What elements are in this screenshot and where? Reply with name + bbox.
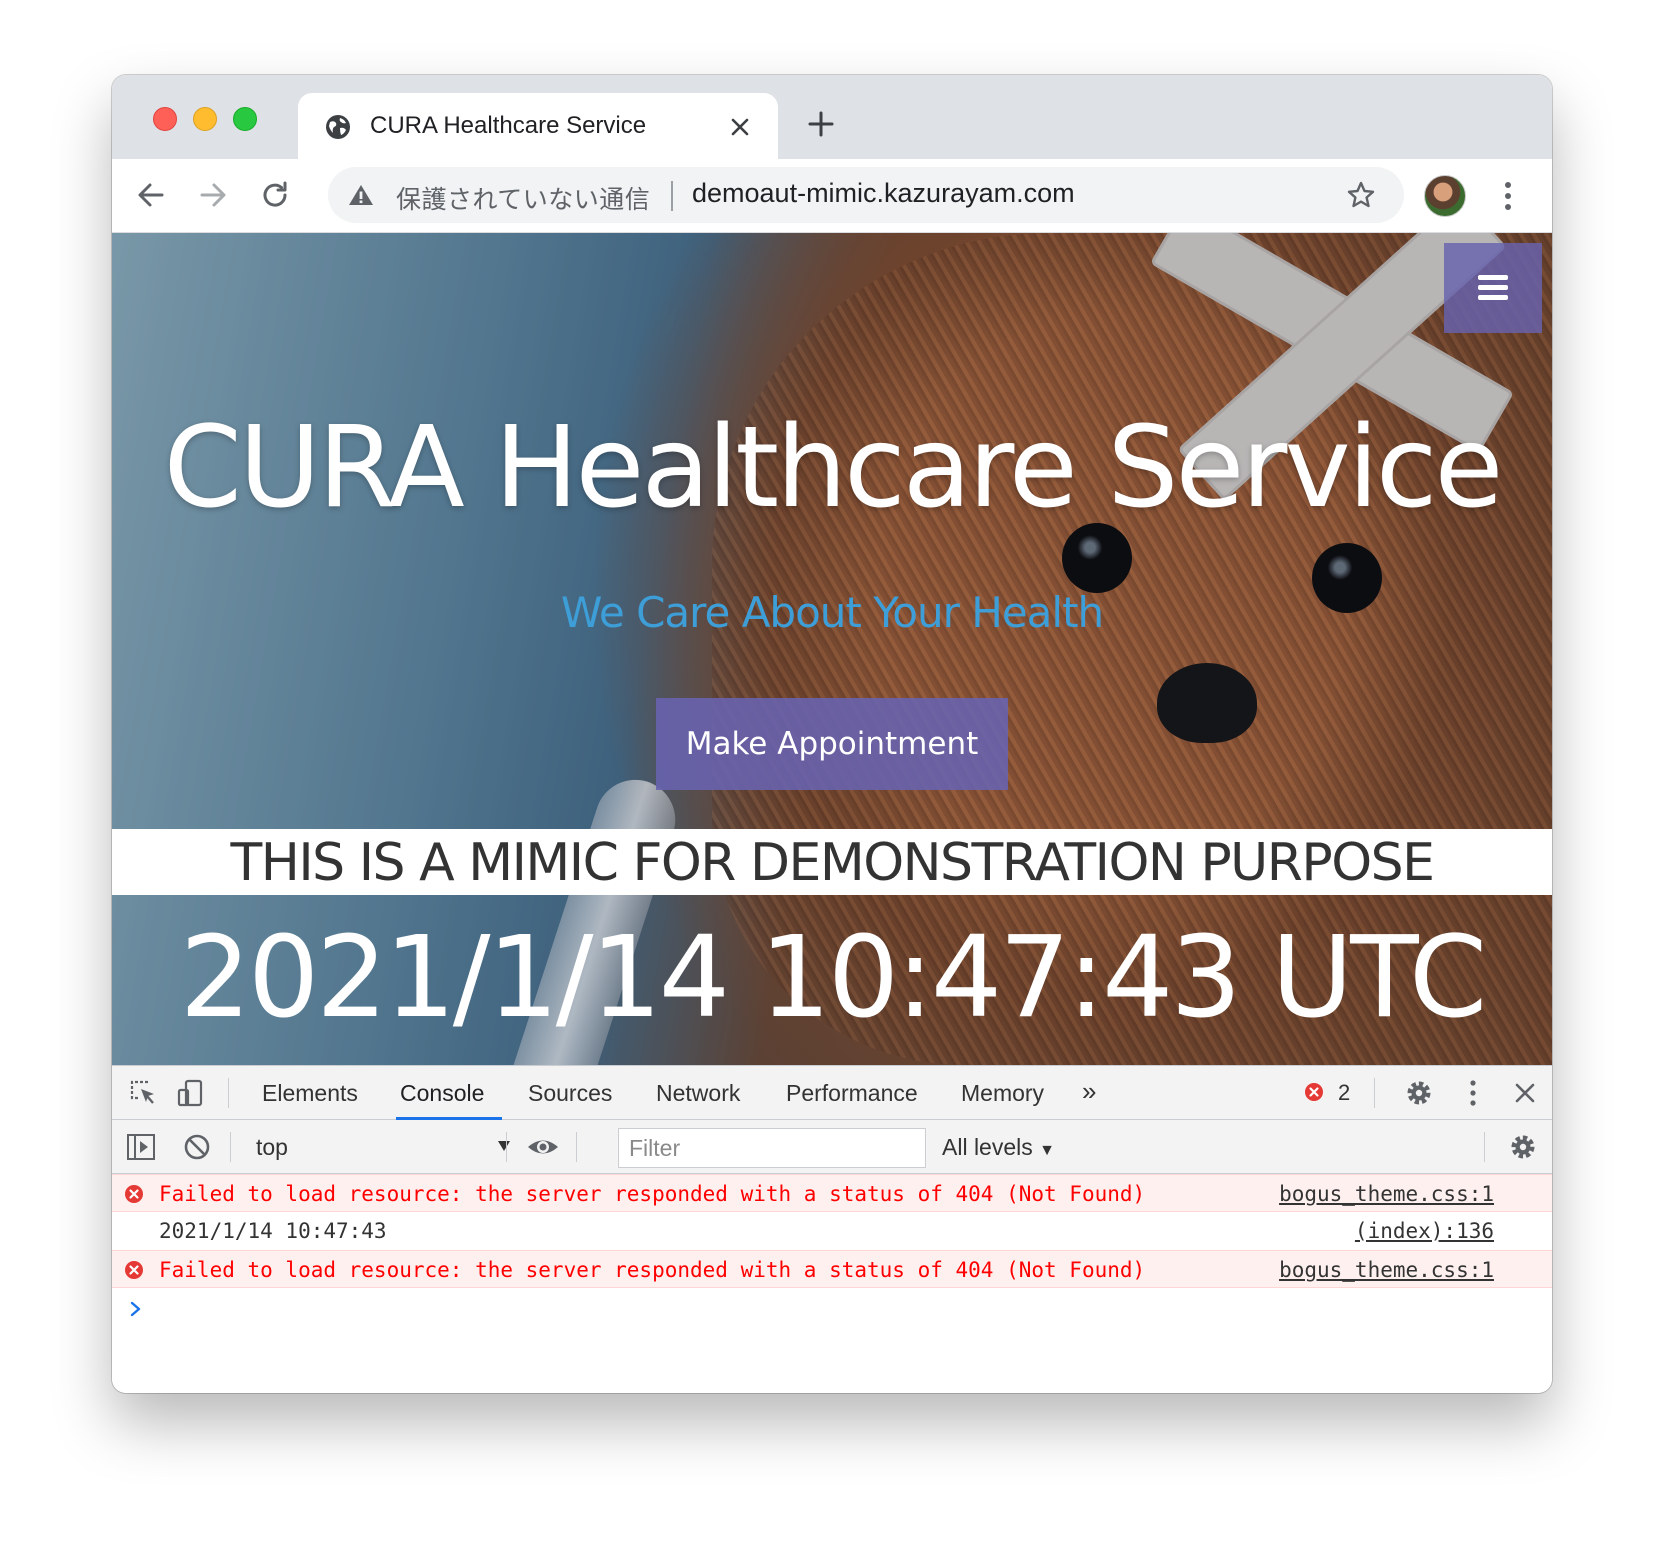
tab-performance[interactable]: Performance: [786, 1080, 918, 1107]
page-viewport: CURA Healthcare Service We Care About Yo…: [112, 233, 1552, 1065]
toolbar-divider: [230, 1132, 231, 1162]
demo-banner: THIS IS A MIMIC FOR DEMONSTRATION PURPOS…: [112, 829, 1552, 895]
browser-window: CURA Healthcare Service 保護されていない通信 demoa…: [112, 75, 1552, 1393]
console-source-link[interactable]: bogus_theme.css:1: [1279, 1182, 1494, 1206]
plus-icon[interactable]: [806, 109, 836, 139]
tab-sources[interactable]: Sources: [528, 1080, 612, 1107]
tab-title: CURA Healthcare Service: [370, 112, 647, 139]
console-message-text: 2021/1/14 10:47:43: [159, 1219, 387, 1243]
error-icon: [125, 1261, 143, 1279]
globe-icon: [326, 115, 350, 139]
log-levels-label: All levels: [942, 1134, 1033, 1160]
make-appointment-button[interactable]: Make Appointment: [656, 698, 1008, 790]
devtools-kebab-icon[interactable]: [1458, 1078, 1488, 1108]
console-error-message: Failed to load resource: the server resp…: [112, 1250, 1552, 1288]
toolbar-divider: [228, 1078, 229, 1108]
console-message-text: Failed to load resource: the server resp…: [159, 1182, 1146, 1206]
toolbar-divider: [506, 1132, 507, 1162]
back-icon[interactable]: [134, 178, 168, 212]
console-filter-input[interactable]: [618, 1128, 926, 1168]
inspect-element-icon[interactable]: [128, 1078, 158, 1108]
close-icon[interactable]: [728, 115, 752, 139]
close-devtools-icon[interactable]: [1510, 1078, 1540, 1108]
eye-icon[interactable]: [526, 1132, 560, 1162]
chevron-down-icon[interactable]: [497, 1140, 511, 1152]
page-title: CURA Healthcare Service: [163, 403, 1504, 533]
browser-toolbar: 保護されていない通信 demoaut-mimic.kazurayam.com: [112, 159, 1552, 233]
console-error-message: Failed to load resource: the server resp…: [112, 1174, 1552, 1212]
error-icon: [125, 1185, 143, 1203]
console-settings-gear-icon[interactable]: [1508, 1132, 1538, 1162]
close-window-button[interactable]: [153, 107, 177, 131]
console-source-link[interactable]: bogus_theme.css:1: [1279, 1258, 1494, 1282]
hamburger-icon: [1478, 275, 1508, 280]
warning-icon[interactable]: [348, 183, 374, 207]
page-subtitle: We Care About Your Health: [560, 588, 1104, 637]
tab-elements[interactable]: Elements: [262, 1080, 358, 1107]
console-filter-bar: top All levels ▼: [112, 1120, 1552, 1174]
more-tabs-button[interactable]: »: [1082, 1076, 1096, 1107]
console-output: Failed to load resource: the server resp…: [112, 1174, 1552, 1393]
error-count[interactable]: 2: [1338, 1080, 1350, 1106]
devtools-tab-bar: Elements Console Sources Network Perform…: [112, 1066, 1552, 1120]
console-source-link[interactable]: (index):136: [1355, 1219, 1494, 1243]
toolbar-divider: [576, 1132, 577, 1162]
sidebar-toggle-icon[interactable]: [126, 1132, 156, 1162]
tab-strip: CURA Healthcare Service: [112, 75, 1552, 159]
tab-network[interactable]: Network: [656, 1080, 740, 1107]
forward-icon[interactable]: [196, 178, 230, 212]
console-prompt-icon[interactable]: [129, 1300, 143, 1318]
context-selector[interactable]: top: [256, 1134, 288, 1161]
toolbar-divider: [1374, 1078, 1375, 1108]
log-levels-dropdown[interactable]: All levels ▼: [942, 1134, 1055, 1161]
minimize-window-button[interactable]: [193, 107, 217, 131]
console-log-message: 2021/1/14 10:47:43 (index):136: [112, 1212, 1552, 1250]
error-count-icon[interactable]: [1304, 1082, 1324, 1102]
devtools-panel: Elements Console Sources Network Perform…: [112, 1065, 1552, 1393]
clock-text: 2021/1/14 10:47:43 UTC: [179, 913, 1488, 1043]
device-toolbar-icon[interactable]: [176, 1078, 206, 1108]
console-message-text: Failed to load resource: the server resp…: [159, 1258, 1146, 1282]
tab-console[interactable]: Console: [400, 1080, 484, 1107]
avatar[interactable]: [1424, 175, 1466, 217]
browser-tab[interactable]: CURA Healthcare Service: [298, 93, 778, 159]
url-text[interactable]: demoaut-mimic.kazurayam.com: [692, 178, 1075, 209]
address-bar[interactable]: 保護されていない通信 demoaut-mimic.kazurayam.com: [328, 167, 1404, 223]
reload-icon[interactable]: [258, 178, 292, 212]
security-label[interactable]: 保護されていない通信: [396, 180, 650, 216]
settings-gear-icon[interactable]: [1404, 1078, 1434, 1108]
star-icon[interactable]: [1346, 180, 1376, 210]
address-divider: [671, 181, 673, 211]
menu-toggle-button[interactable]: [1444, 243, 1542, 333]
zoom-window-button[interactable]: [233, 107, 257, 131]
toolbar-divider: [1484, 1132, 1485, 1162]
clear-console-icon[interactable]: [182, 1132, 212, 1162]
kebab-menu-icon[interactable]: [1502, 179, 1514, 213]
chevron-down-icon: ▼: [1039, 1142, 1055, 1159]
tab-memory[interactable]: Memory: [961, 1080, 1044, 1107]
